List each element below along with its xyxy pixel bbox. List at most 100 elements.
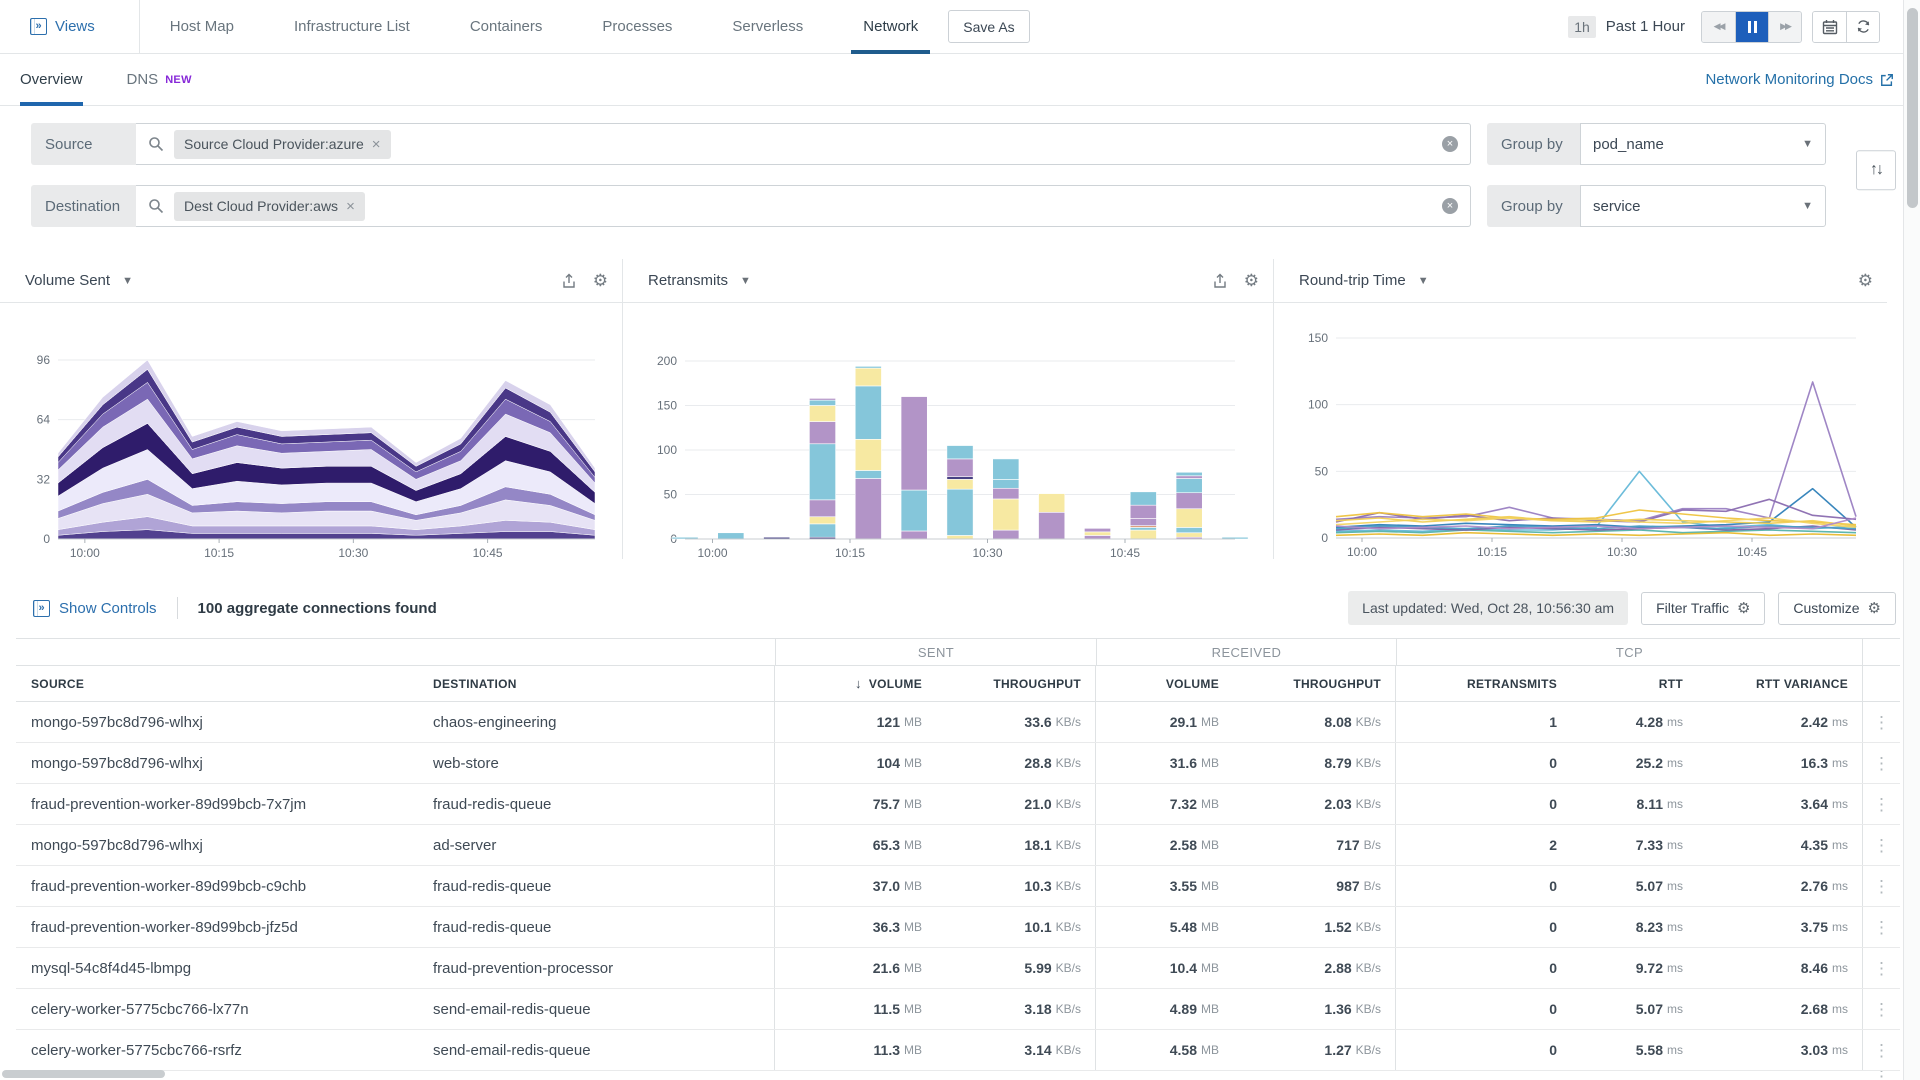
cell-destination[interactable]: fraud-redis-queue — [433, 784, 775, 824]
destination-filter-pill[interactable]: Dest Cloud Provider:aws × — [174, 192, 365, 221]
save-as-button[interactable]: Save As — [948, 10, 1029, 43]
nav-item-processes[interactable]: Processes — [590, 0, 684, 54]
table-row[interactable]: mongo-597bc8d796-wlhxj web-store 104MB 2… — [16, 743, 1900, 784]
cell-destination[interactable]: fraud-prevention-processor — [433, 948, 775, 988]
retransmits-title-dropdown[interactable]: Retransmits ▼ — [648, 272, 751, 289]
source-filter-pill[interactable]: Source Cloud Provider:azure × — [174, 130, 391, 159]
chart-settings-button[interactable]: ⚙ — [1244, 272, 1259, 289]
nav-item-host-map[interactable]: Host Map — [158, 0, 246, 54]
chart-settings-button[interactable]: ⚙ — [1858, 272, 1873, 289]
chart-settings-button[interactable]: ⚙ — [593, 272, 608, 289]
export-chart-button[interactable] — [1212, 273, 1228, 289]
nav-item-infrastructure-list[interactable]: Infrastructure List — [282, 0, 422, 54]
row-menu-icon[interactable]: ⋮ — [1867, 1071, 1896, 1080]
volume-sent-title-dropdown[interactable]: Volume Sent ▼ — [25, 272, 133, 289]
clear-source-input-icon[interactable]: × — [1442, 136, 1458, 152]
column-header-destination[interactable]: DESTINATION — [433, 666, 775, 701]
views-menu[interactable]: » Views — [30, 18, 95, 35]
row-menu-icon[interactable]: ⋮ — [1867, 919, 1896, 936]
tab-dns[interactable]: DNS NEW — [127, 54, 192, 106]
cell-source[interactable]: celery-worker-5775cbc766-lx77n — [16, 989, 433, 1029]
cell-destination[interactable]: fraud-redis-queue — [433, 907, 775, 947]
cell-source[interactable]: mongo-597bc8d796-wlhxj — [16, 743, 433, 783]
table-row[interactable]: celery-worker-5775cbc766-lx77n send-emai… — [16, 989, 1900, 1030]
round-trip-time-title-dropdown[interactable]: Round-trip Time ▼ — [1299, 272, 1429, 289]
round-trip-time-chart[interactable]: 15010050010:0010:1510:3010:45 — [1274, 303, 1887, 559]
swap-source-destination-button[interactable]: ↑↓ — [1856, 150, 1896, 190]
row-menu-icon[interactable]: ⋮ — [1867, 960, 1896, 977]
column-header-rtt-variance[interactable]: RTT VARIANCE — [1697, 666, 1863, 701]
export-chart-button[interactable] — [561, 273, 577, 289]
cell-destination[interactable]: chaos-engineering — [433, 702, 775, 742]
table-row-partial[interactable]: ⋮ — [16, 1071, 1900, 1080]
destination-group-by-select[interactable]: service ▼ — [1580, 185, 1826, 227]
table-row[interactable]: mysql-54c8f4d45-lbmpg fraud-prevention-p… — [16, 948, 1900, 989]
column-header-sent-throughput[interactable]: THROUGHPUT — [936, 666, 1096, 701]
column-header-recv-volume[interactable]: VOLUME — [1096, 666, 1233, 701]
show-controls-button[interactable]: » Show Controls — [33, 600, 157, 617]
nav-item-network[interactable]: Network — [851, 0, 930, 54]
volume-sent-chart[interactable]: 966432010:0010:1510:3010:45 — [0, 303, 623, 559]
remove-destination-pill-icon[interactable]: × — [346, 198, 355, 215]
row-menu-icon[interactable]: ⋮ — [1867, 878, 1896, 895]
time-controls: 1h Past 1 Hour ◀◀ ▶▶ — [1568, 11, 1880, 43]
cell-recv-throughput: 1.52KB/s — [1233, 907, 1396, 947]
cell-source[interactable]: fraud-prevention-worker-89d99bcb-jfz5d — [16, 907, 433, 947]
clear-destination-input-icon[interactable]: × — [1442, 198, 1458, 214]
network-monitoring-docs-link[interactable]: Network Monitoring Docs — [1705, 71, 1894, 88]
column-header-sent-volume[interactable]: ↓ VOLUME — [775, 666, 936, 701]
table-row[interactable]: fraud-prevention-worker-89d99bcb-7x7jm f… — [16, 784, 1900, 825]
table-row[interactable]: fraud-prevention-worker-89d99bcb-c9chb f… — [16, 866, 1900, 907]
table-row[interactable]: mongo-597bc8d796-wlhxj ad-server 65.3MB … — [16, 825, 1900, 866]
cell-source[interactable]: fraud-prevention-worker-89d99bcb-c9chb — [16, 866, 433, 906]
calendar-button[interactable] — [1813, 12, 1846, 42]
vertical-scrollbar-thumb[interactable] — [1907, 8, 1918, 208]
time-forward-button[interactable]: ▶▶ — [1768, 12, 1801, 42]
table-row[interactable]: fraud-prevention-worker-89d99bcb-jfz5d f… — [16, 907, 1900, 948]
column-header-source[interactable]: SOURCE — [16, 666, 433, 701]
cell-recv-throughput: 717B/s — [1233, 825, 1396, 865]
destination-search-input[interactable]: Dest Cloud Provider:aws × × — [136, 185, 1471, 227]
source-search-input[interactable]: Source Cloud Provider:azure × × — [136, 123, 1471, 165]
column-header-recv-throughput[interactable]: THROUGHPUT — [1233, 666, 1396, 701]
column-header-rtt[interactable]: RTT — [1571, 666, 1697, 701]
time-range-badge[interactable]: 1h — [1568, 16, 1596, 38]
vertical-scrollbar[interactable] — [1903, 0, 1920, 1080]
cell-destination[interactable]: send-email-redis-queue — [433, 989, 775, 1029]
cell-source[interactable]: celery-worker-5775cbc766-rsrfz — [16, 1030, 433, 1070]
pause-button[interactable] — [1735, 12, 1768, 42]
cell-source[interactable]: mongo-597bc8d796-wlhxj — [16, 825, 433, 865]
cell-destination[interactable]: send-email-redis-queue — [433, 1030, 775, 1070]
nav-item-serverless[interactable]: Serverless — [720, 0, 815, 54]
row-menu-icon[interactable]: ⋮ — [1867, 714, 1896, 731]
tab-overview[interactable]: Overview — [20, 54, 83, 106]
cell-destination[interactable]: ad-server — [433, 825, 775, 865]
row-menu-icon[interactable]: ⋮ — [1867, 1001, 1896, 1018]
nav-item-containers[interactable]: Containers — [458, 0, 555, 54]
cell-source[interactable]: fraud-prevention-worker-89d99bcb-7x7jm — [16, 784, 433, 824]
customize-button[interactable]: Customize ⚙ — [1778, 592, 1896, 625]
refresh-button[interactable] — [1846, 12, 1879, 42]
cell-sent-throughput: 18.1KB/s — [936, 825, 1096, 865]
cell-source[interactable]: mongo-597bc8d796-wlhxj — [16, 702, 433, 742]
horizontal-scrollbar-thumb[interactable] — [2, 1070, 165, 1078]
cell-source[interactable]: mysql-54c8f4d45-lbmpg — [16, 948, 433, 988]
time-range-label[interactable]: Past 1 Hour — [1606, 18, 1685, 35]
source-label: Source — [31, 123, 136, 165]
remove-source-pill-icon[interactable]: × — [372, 136, 381, 153]
row-menu-icon[interactable]: ⋮ — [1867, 1042, 1896, 1059]
table-row[interactable]: mongo-597bc8d796-wlhxj chaos-engineering… — [16, 702, 1900, 743]
row-menu-icon[interactable]: ⋮ — [1867, 837, 1896, 854]
cell-recv-throughput: 2.88KB/s — [1233, 948, 1396, 988]
filter-traffic-button[interactable]: Filter Traffic ⚙ — [1641, 592, 1765, 625]
cell-recv-volume: 4.89MB — [1096, 989, 1233, 1029]
row-menu-icon[interactable]: ⋮ — [1867, 755, 1896, 772]
cell-destination[interactable]: web-store — [433, 743, 775, 783]
source-group-by-select[interactable]: pod_name ▼ — [1580, 123, 1826, 165]
table-row[interactable]: celery-worker-5775cbc766-rsrfz send-emai… — [16, 1030, 1900, 1071]
retransmits-chart[interactable]: 20015010050010:0010:1510:3010:45 — [623, 303, 1274, 559]
time-backward-button[interactable]: ◀◀ — [1702, 12, 1735, 42]
cell-destination[interactable]: fraud-redis-queue — [433, 866, 775, 906]
row-menu-icon[interactable]: ⋮ — [1867, 796, 1896, 813]
column-header-retransmits[interactable]: RETRANSMITS — [1396, 666, 1571, 701]
